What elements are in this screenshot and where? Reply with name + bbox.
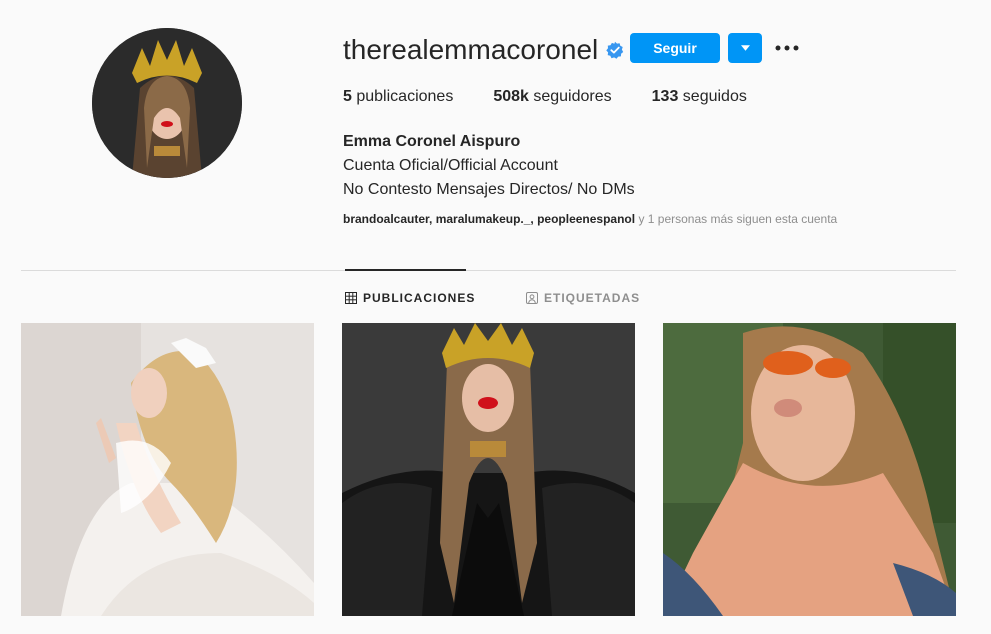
profile-avatar[interactable] <box>92 28 242 178</box>
profile-stats: 5 publicaciones 508k seguidores 133 segu… <box>343 88 787 106</box>
post-image <box>663 323 956 616</box>
post-thumbnail[interactable] <box>342 323 635 616</box>
posts-label: publicaciones <box>356 88 454 105</box>
tab-tagged[interactable]: ETIQUETADAS <box>526 290 640 306</box>
post-image <box>21 323 314 616</box>
following-stat[interactable]: 133 seguidos <box>652 88 747 106</box>
caret-down-icon <box>740 45 750 51</box>
post-thumbnail[interactable] <box>21 323 314 616</box>
followers-label: seguidores <box>533 88 612 105</box>
tagged-icon <box>526 292 538 304</box>
following-label: seguidos <box>682 88 747 105</box>
following-count: 133 <box>651 88 679 105</box>
followers-count: 508k <box>493 88 529 105</box>
username-row: therealemmacoronel <box>343 32 624 68</box>
follow-dropdown-button[interactable] <box>728 33 762 63</box>
followed-by-suffix: y 1 personas más siguen esta cuenta <box>635 212 838 226</box>
full-name: Emma Coronel Aispuro <box>343 133 521 150</box>
posts-count: 5 <box>343 88 352 105</box>
tab-tagged-label: ETIQUETADAS <box>544 291 641 305</box>
grid-icon <box>345 292 357 304</box>
more-options-button[interactable] <box>775 38 799 58</box>
tab-posts-label: PUBLICACIONES <box>363 291 476 305</box>
bio-line-1: Cuenta Oficial/Official Account <box>343 157 558 174</box>
tab-posts[interactable]: PUBLICACIONES <box>345 290 475 306</box>
bio-line-2: No Contesto Mensajes Directos/ No DMs <box>343 181 635 198</box>
post-thumbnail[interactable] <box>663 323 956 616</box>
followers-stat[interactable]: 508k seguidores <box>493 88 611 106</box>
followed-by[interactable]: brandoalcauter, maralumakeup._, peopleen… <box>343 212 837 226</box>
profile-bio: Emma Coronel Aispuro Cuenta Oficial/Offi… <box>343 130 635 202</box>
post-image <box>342 323 635 616</box>
more-dots-icon <box>775 45 799 51</box>
tabs-divider <box>21 270 956 271</box>
verified-badge-icon <box>606 41 624 59</box>
followed-by-names: brandoalcauter, maralumakeup._, peopleen… <box>343 212 636 226</box>
posts-stat: 5 publicaciones <box>343 88 453 106</box>
follow-button[interactable]: Seguir <box>630 33 720 63</box>
active-tab-indicator <box>345 269 466 271</box>
username: therealemmacoronel <box>343 34 599 65</box>
avatar-image <box>92 28 242 178</box>
